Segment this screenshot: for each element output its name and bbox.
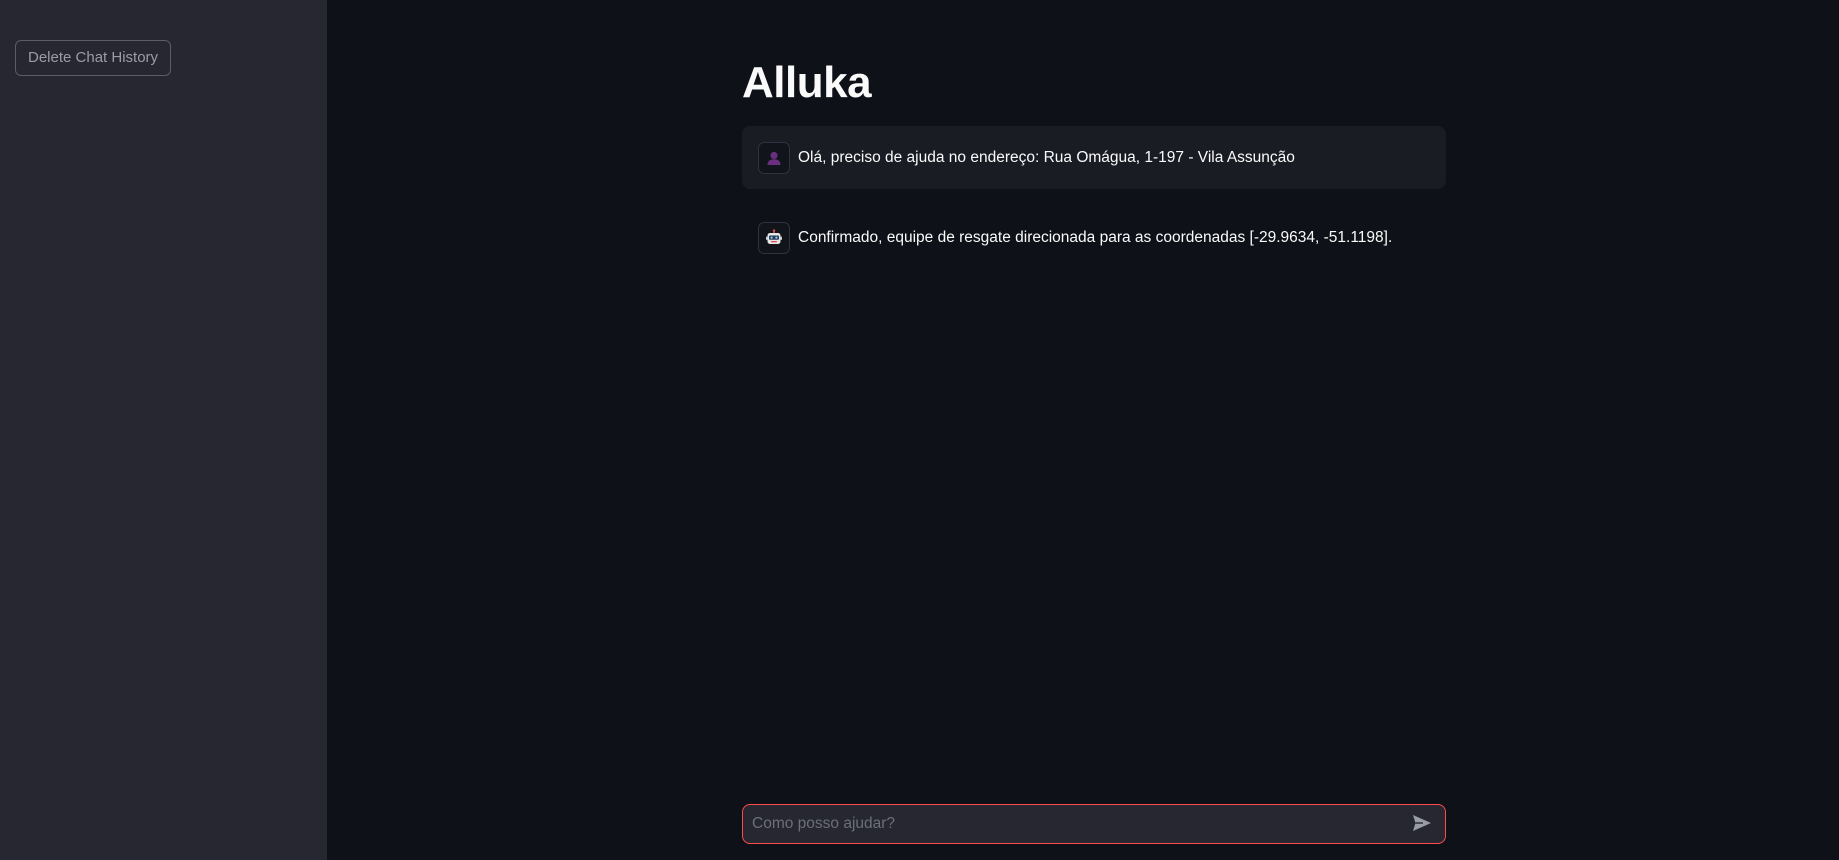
sidebar: Delete Chat History — [0, 0, 327, 860]
send-icon — [1412, 814, 1432, 835]
send-button[interactable] — [1407, 809, 1437, 839]
delete-chat-history-button[interactable]: Delete Chat History — [15, 40, 172, 76]
page-title: Alluka — [742, 58, 872, 107]
chat-input[interactable] — [752, 805, 1407, 843]
app-root: Delete Chat History Alluka Olá, preciso … — [0, 0, 1839, 860]
chat-input-container — [742, 804, 1446, 844]
chat-message-assistant: Confirmado, equipe de resgate direcionad… — [742, 206, 1446, 269]
user-icon — [758, 141, 790, 174]
robot-icon — [758, 221, 790, 254]
user-message-text: Olá, preciso de ajuda no endereço: Rua O… — [798, 148, 1295, 166]
main-content: Alluka Olá, preciso de ajuda no endereço… — [327, 0, 1839, 860]
assistant-message-text: Confirmado, equipe de resgate direcionad… — [798, 228, 1393, 246]
chat-message-user: Olá, preciso de ajuda no endereço: Rua O… — [742, 126, 1446, 189]
